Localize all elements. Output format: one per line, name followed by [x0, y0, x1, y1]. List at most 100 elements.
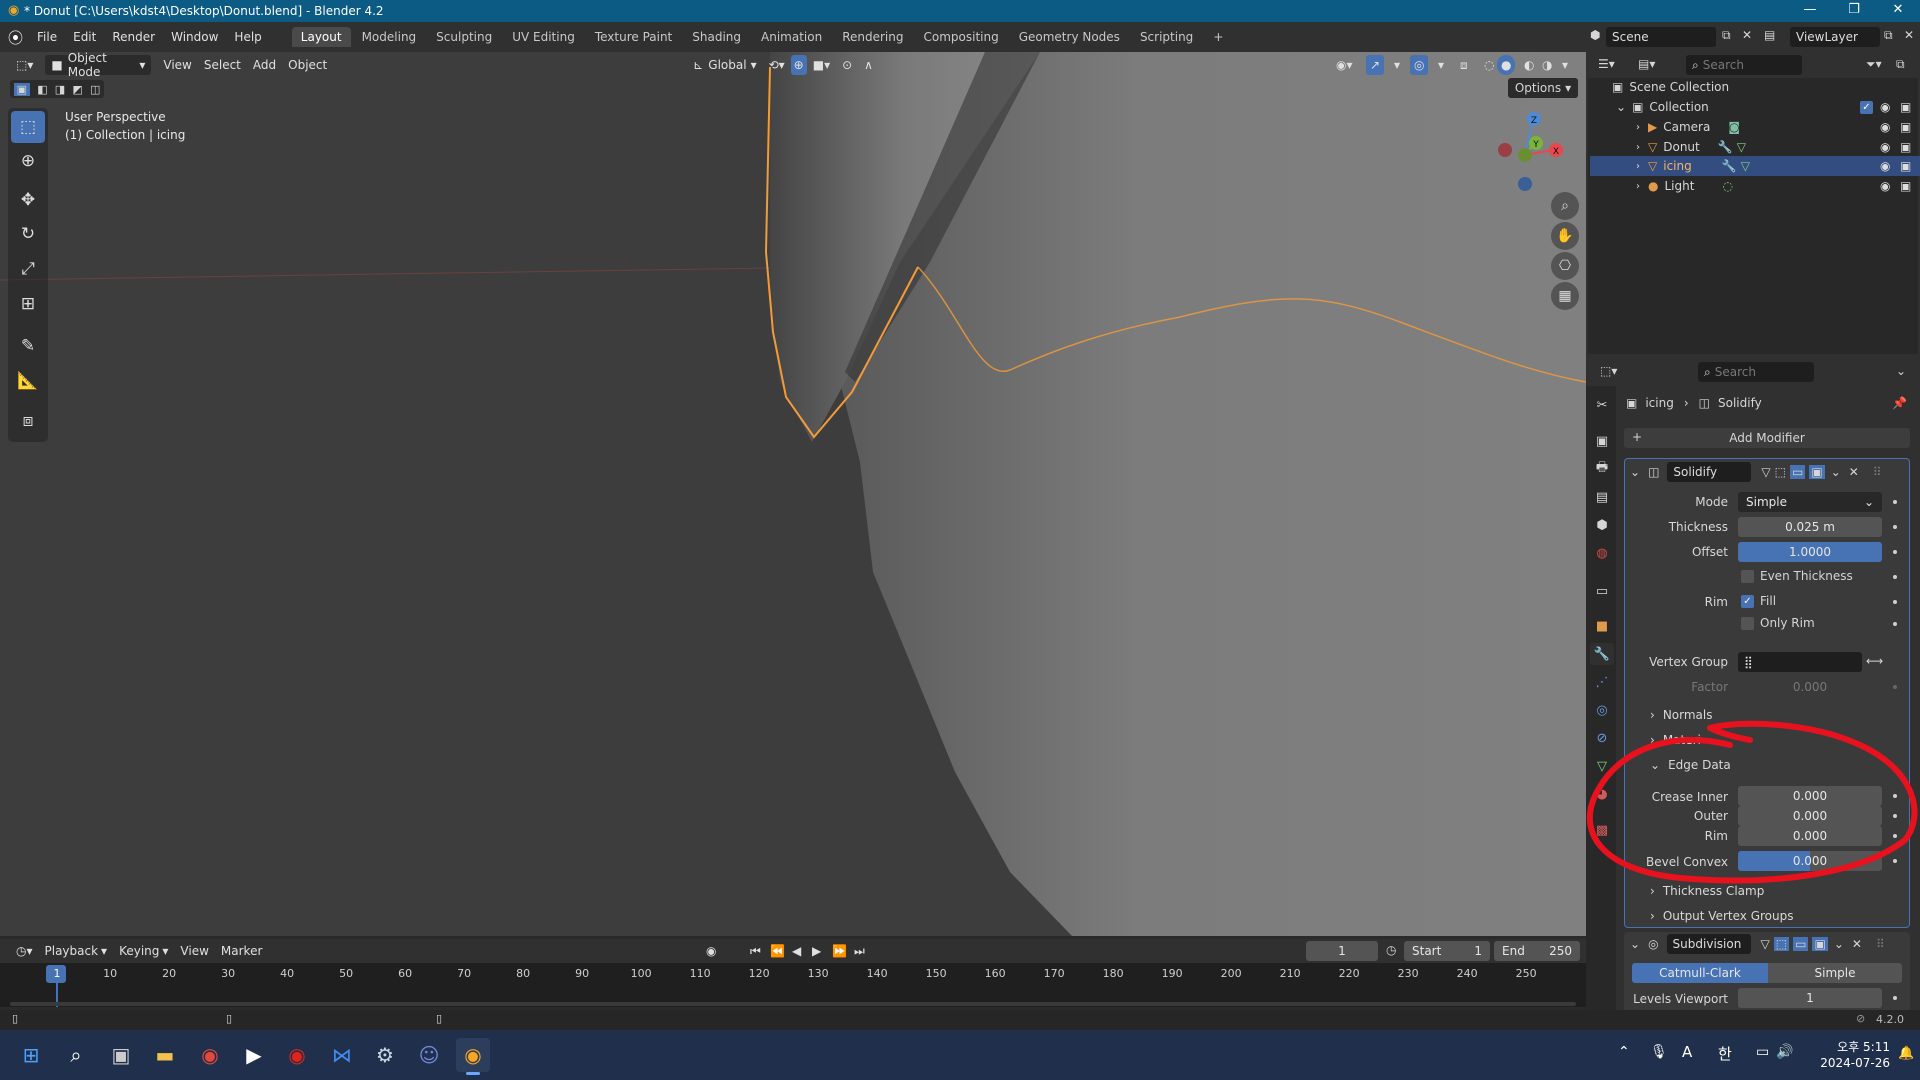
options-dropdown[interactable]: Options ▾	[1508, 78, 1578, 98]
ime-mode-indicator[interactable]: A	[1682, 1043, 1692, 1061]
properties-search-input[interactable]: ⌕ Search	[1698, 362, 1814, 382]
new-scene-icon[interactable]: ⧉	[1722, 28, 1731, 43]
view-layer-properties-icon[interactable]: ▤	[1590, 486, 1614, 508]
select-intersect-icon[interactable]: ◫	[90, 83, 100, 96]
tab-modeling[interactable]: Modeling	[353, 27, 426, 47]
cage-toggle-icon[interactable]: ⬚	[1775, 465, 1786, 479]
render-toggle-icon[interactable]: ▣	[1809, 465, 1825, 479]
keyframe-dot[interactable]	[1893, 525, 1897, 529]
gizmo-toggle-icon[interactable]: ↗	[1366, 55, 1385, 75]
keyframe-dot[interactable]	[1893, 996, 1897, 1000]
camera-render-icon[interactable]: ▣	[1900, 120, 1911, 134]
chevron-down-icon[interactable]: ⌄	[1616, 100, 1626, 114]
orientation-dropdown[interactable]: ⊾ Global ▾	[687, 55, 762, 75]
shading-dropdown-icon[interactable]: ▾	[1556, 55, 1574, 75]
keyframe-dot[interactable]	[1893, 500, 1897, 504]
keyframe-dot[interactable]	[1893, 550, 1897, 554]
eye-icon[interactable]: ◉	[1880, 120, 1890, 134]
annotate-tool-icon[interactable]: ✎	[11, 330, 45, 362]
subdivision-name-field[interactable]: Subdivision	[1666, 934, 1751, 954]
minimize-button[interactable]: —	[1788, 0, 1832, 22]
object-properties-icon[interactable]: ■	[1590, 615, 1614, 637]
new-view-layer-icon[interactable]: ⧉	[1884, 28, 1893, 43]
outliner-search-input[interactable]: ⌕ Search	[1686, 55, 1802, 75]
output-properties-icon[interactable]: 🖶	[1590, 458, 1614, 480]
rotate-tool-icon[interactable]: ↻	[11, 218, 45, 250]
move-tool-icon[interactable]: ✥	[11, 184, 45, 216]
menu-edit[interactable]: Edit	[65, 30, 104, 44]
timeline-menu-playback[interactable]: Playback ▾	[39, 941, 114, 961]
invert-vertex-group-icon[interactable]: ⟷	[1866, 654, 1883, 668]
catmull-clark-button[interactable]: Catmull-Clark	[1632, 963, 1768, 983]
levels-viewport-field[interactable]: 1	[1738, 988, 1882, 1008]
select-subtract-icon[interactable]: ◨	[55, 83, 65, 96]
chevron-down-icon[interactable]: ⌄	[1831, 465, 1841, 479]
discord-icon[interactable]: ☺	[412, 1038, 446, 1072]
tab-sculpting[interactable]: Sculpting	[427, 27, 501, 47]
chevron-right-icon[interactable]: ›	[1636, 181, 1640, 192]
vertex-group-field[interactable]: ⣿	[1738, 652, 1862, 672]
tab-compositing[interactable]: Compositing	[914, 27, 1007, 47]
ime-language-indicator[interactable]: 한	[1718, 1043, 1732, 1064]
jump-end-icon[interactable]: ⏭	[848, 941, 871, 961]
delete-view-layer-icon[interactable]: ✕	[1904, 28, 1914, 42]
scene-properties-icon[interactable]: ⬢	[1590, 514, 1614, 536]
end-frame-field[interactable]: End 250	[1494, 941, 1580, 961]
volume-icon[interactable]: 🔊	[1776, 1044, 1793, 1060]
menu-help[interactable]: Help	[226, 30, 269, 44]
chevron-right-icon[interactable]: ›	[1636, 161, 1640, 172]
notification-bell-icon[interactable]: 🔔	[1898, 1046, 1914, 1061]
realtime-toggle-icon[interactable]: ▭	[1789, 465, 1806, 479]
realtime-toggle-icon[interactable]: ▭	[1793, 937, 1809, 951]
particles-properties-icon[interactable]: ⋰	[1590, 671, 1614, 693]
drag-handle-icon[interactable]: ⠿	[1876, 937, 1885, 951]
viewport-menu-add[interactable]: Add	[247, 55, 282, 75]
proportional-edit-icon[interactable]: ⊙	[836, 55, 858, 75]
modifier-properties-icon[interactable]: 🔧	[1590, 643, 1614, 665]
chevron-right-icon[interactable]: ›	[1636, 122, 1640, 133]
offset-field[interactable]: 1.0000	[1738, 542, 1882, 562]
falloff-icon[interactable]: ∧	[858, 55, 879, 75]
keyframe-dot[interactable]	[1893, 622, 1897, 626]
outliner-item-donut[interactable]: › ▽ Donut 🔧 ▽ ◉ ▣	[1590, 137, 1920, 157]
editor-type-icon[interactable]: ⬚▾	[10, 55, 39, 75]
overlay-dropdown-icon[interactable]: ▾	[1432, 55, 1450, 75]
3d-viewport[interactable]: User Perspective (1) Collection | icing	[0, 52, 1586, 936]
timeline-menu-marker[interactable]: Marker	[215, 941, 268, 961]
transform-tool-icon[interactable]: ⊞	[11, 288, 45, 320]
outliner-item-light[interactable]: › ● Light ◌ ◉ ▣	[1590, 176, 1920, 196]
outliner-item-icing[interactable]: › ▽ icing 🔧 ▽ ◉ ▣	[1590, 156, 1920, 176]
visibility-icon[interactable]: ◉▾	[1330, 55, 1359, 75]
viewport-menu-object[interactable]: Object	[282, 55, 333, 75]
pan-hand-icon[interactable]: ✋	[1551, 222, 1579, 250]
drag-handle-icon[interactable]: ⠿	[1873, 465, 1882, 479]
view-layer-selector[interactable]: ViewLayer	[1790, 27, 1880, 47]
world-properties-icon[interactable]: ◍	[1590, 542, 1614, 564]
tab-geometry-nodes[interactable]: Geometry Nodes	[1010, 27, 1129, 47]
eye-icon[interactable]: ◉	[1880, 140, 1890, 154]
collection-include-checkbox[interactable]: ✓	[1860, 101, 1873, 114]
taskbar-search-icon[interactable]: ⌕	[59, 1038, 93, 1072]
eye-icon[interactable]: ◉	[1880, 159, 1890, 173]
output-vertex-groups-subpanel[interactable]: › Output Vertex Groups	[1650, 909, 1793, 923]
factor-field[interactable]: 0.000	[1738, 677, 1882, 697]
outliner-scene-collection[interactable]: ▣ Scene Collection	[1590, 77, 1920, 97]
select-new-icon[interactable]: ▣	[13, 82, 30, 96]
menu-render[interactable]: Render	[104, 30, 163, 44]
camera-render-icon[interactable]: ▣	[1900, 179, 1911, 193]
camera-render-icon[interactable]: ▣	[1900, 140, 1911, 154]
eye-icon[interactable]: ◉	[1880, 100, 1890, 114]
system-tray-chevron-icon[interactable]: ⌃	[1618, 1044, 1630, 1060]
file-explorer-icon[interactable]: ▬	[148, 1038, 182, 1072]
outliner-item-camera[interactable]: › ▶ Camera ◙ ◉ ▣	[1590, 117, 1920, 137]
outliner-editor-type-icon[interactable]: ☰▾	[1598, 57, 1615, 71]
keyframe-dot[interactable]	[1893, 575, 1897, 579]
chrome-icon[interactable]: ◉	[193, 1038, 227, 1072]
viewport-menu-view[interactable]: View	[157, 55, 197, 75]
play-icon[interactable]: ▶	[806, 941, 827, 961]
timeline-editor-type-icon[interactable]: ◷▾	[10, 941, 39, 961]
overlay-toggle-icon[interactable]: ◎	[1410, 55, 1429, 75]
object-mode-dropdown[interactable]: ■ Object Mode ▾	[45, 51, 152, 79]
chevron-right-icon[interactable]: ›	[1636, 142, 1640, 153]
navigation-gizmo[interactable]: Y X Z	[1490, 108, 1580, 192]
